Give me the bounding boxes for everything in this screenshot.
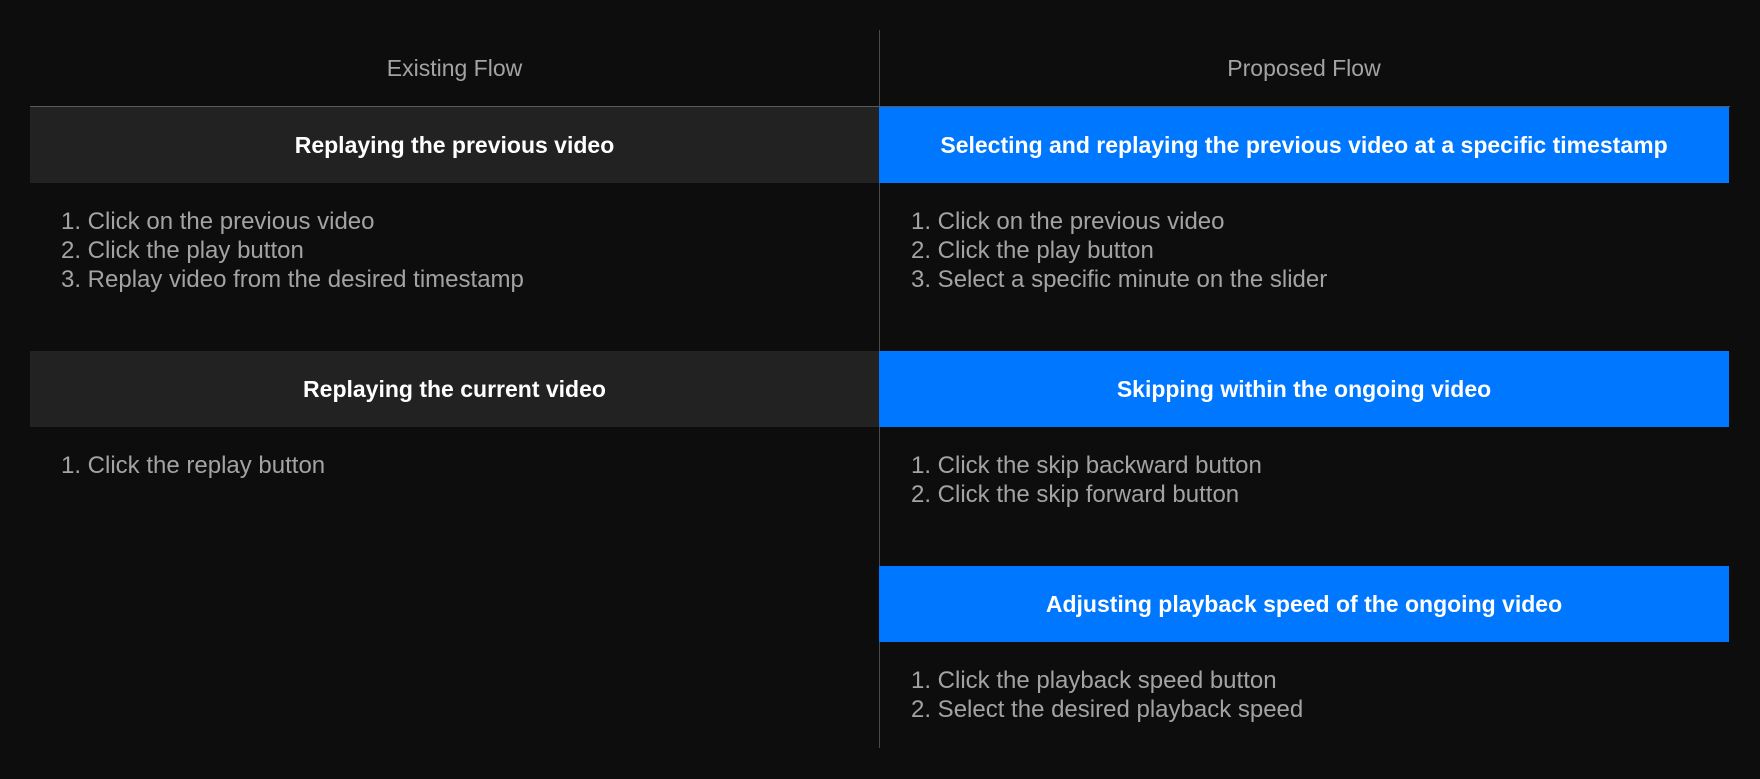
existing-section-1-steps: 1. Click on the previous video 2. Click … xyxy=(61,207,524,294)
proposed-section-3-heading: Adjusting playback speed of the ongoing … xyxy=(879,566,1729,642)
step-item: 1. Click the replay button xyxy=(61,452,326,479)
step-item: 1. Click on the previous video xyxy=(61,208,375,235)
existing-section-1-heading: Replaying the previous video xyxy=(30,107,879,183)
existing-flow-title: Existing Flow xyxy=(386,55,523,81)
proposed-section-3-steps: 1. Click the playback speed button 2. Se… xyxy=(911,666,1303,724)
proposed-flow-title: Proposed Flow xyxy=(1227,55,1381,81)
step-item: 1. Click on the previous video xyxy=(911,208,1225,235)
existing-section-2-steps: 1. Click the replay button xyxy=(61,451,325,480)
step-item: 2. Click the play button xyxy=(911,237,1154,264)
existing-section-2-heading: Replaying the current video xyxy=(30,351,879,427)
step-item: 2. Click the skip forward button xyxy=(911,481,1240,508)
proposed-section-2-heading: Skipping within the ongoing video xyxy=(879,351,1729,427)
proposed-section-2-steps: 1. Click the skip backward button 2. Cli… xyxy=(911,451,1262,509)
step-item: 1. Click the playback speed button xyxy=(911,667,1277,694)
proposed-section-1-heading: Selecting and replaying the previous vid… xyxy=(879,107,1729,183)
step-item: 3. Replay video from the desired timesta… xyxy=(61,266,524,293)
proposed-section-1-steps: 1. Click on the previous video 2. Click … xyxy=(911,207,1327,294)
step-item: 3. Select a specific minute on the slide… xyxy=(911,266,1328,293)
step-item: 2. Select the desired playback speed xyxy=(911,696,1304,723)
step-item: 2. Click the play button xyxy=(61,237,304,264)
step-item: 1. Click the skip backward button xyxy=(911,452,1262,479)
